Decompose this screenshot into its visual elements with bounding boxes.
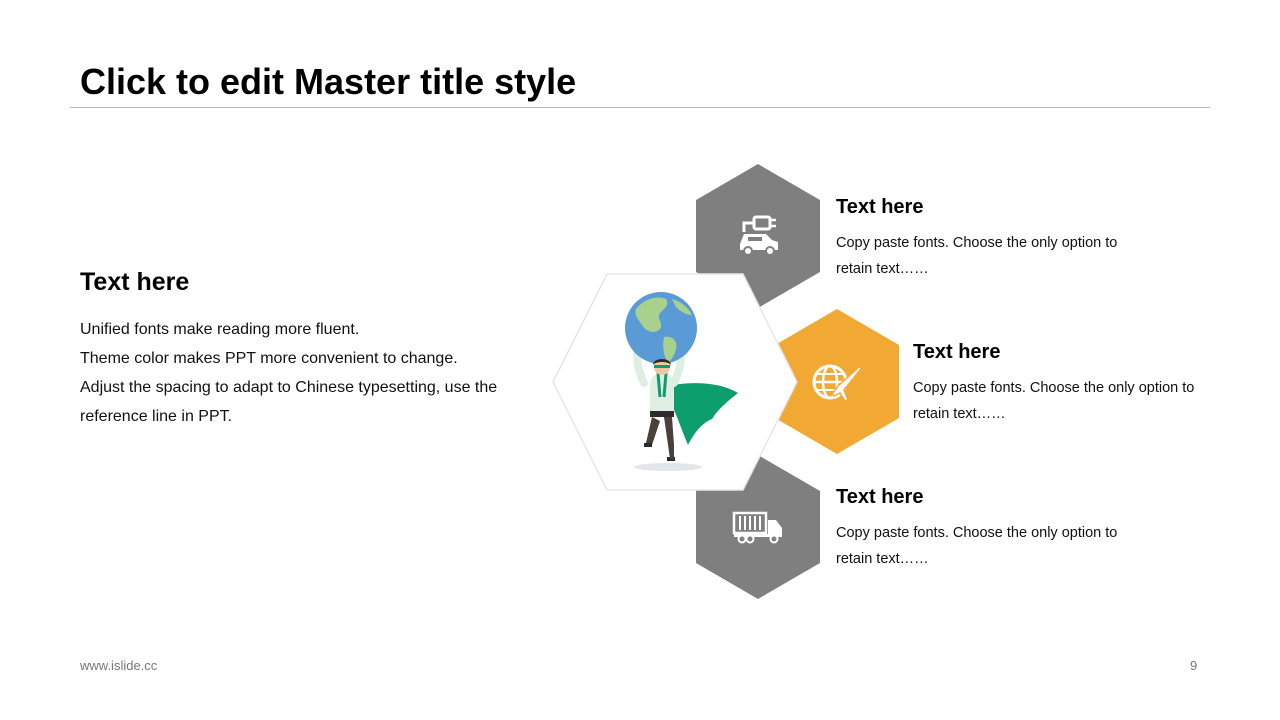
truck-icon [732, 510, 784, 549]
left-body: Unified fonts make reading more fluent. … [80, 315, 520, 431]
item-heading-bottom: Text here [836, 486, 924, 508]
title-divider [70, 107, 1210, 108]
globe-plane-icon [810, 360, 862, 409]
left-body-line: reference line in PPT. [80, 408, 233, 425]
item-text-middle: Copy paste fonts. Choose the only option… [913, 380, 1195, 422]
item-heading-middle: Text here [913, 341, 1001, 363]
left-body-line: Theme color makes PPT more convenient to… [80, 350, 458, 367]
item-heading-top: Text here [836, 196, 924, 218]
item-text-bottom: Copy paste fonts. Choose the only option… [836, 525, 1118, 567]
left-body-line: Adjust the spacing to adapt to Chinese t… [80, 379, 498, 396]
page-number: 9 [1190, 658, 1198, 673]
hexagon-center [552, 273, 798, 491]
item-text-top: Copy paste fonts. Choose the only option… [836, 235, 1118, 277]
left-body-line: Unified fonts make reading more fluent. [80, 321, 360, 338]
footer-url: www.islide.cc [80, 658, 158, 673]
slide-title: Click to edit Master title style [80, 61, 577, 102]
car-charging-icon [736, 214, 780, 263]
left-heading: Text here [80, 268, 190, 296]
